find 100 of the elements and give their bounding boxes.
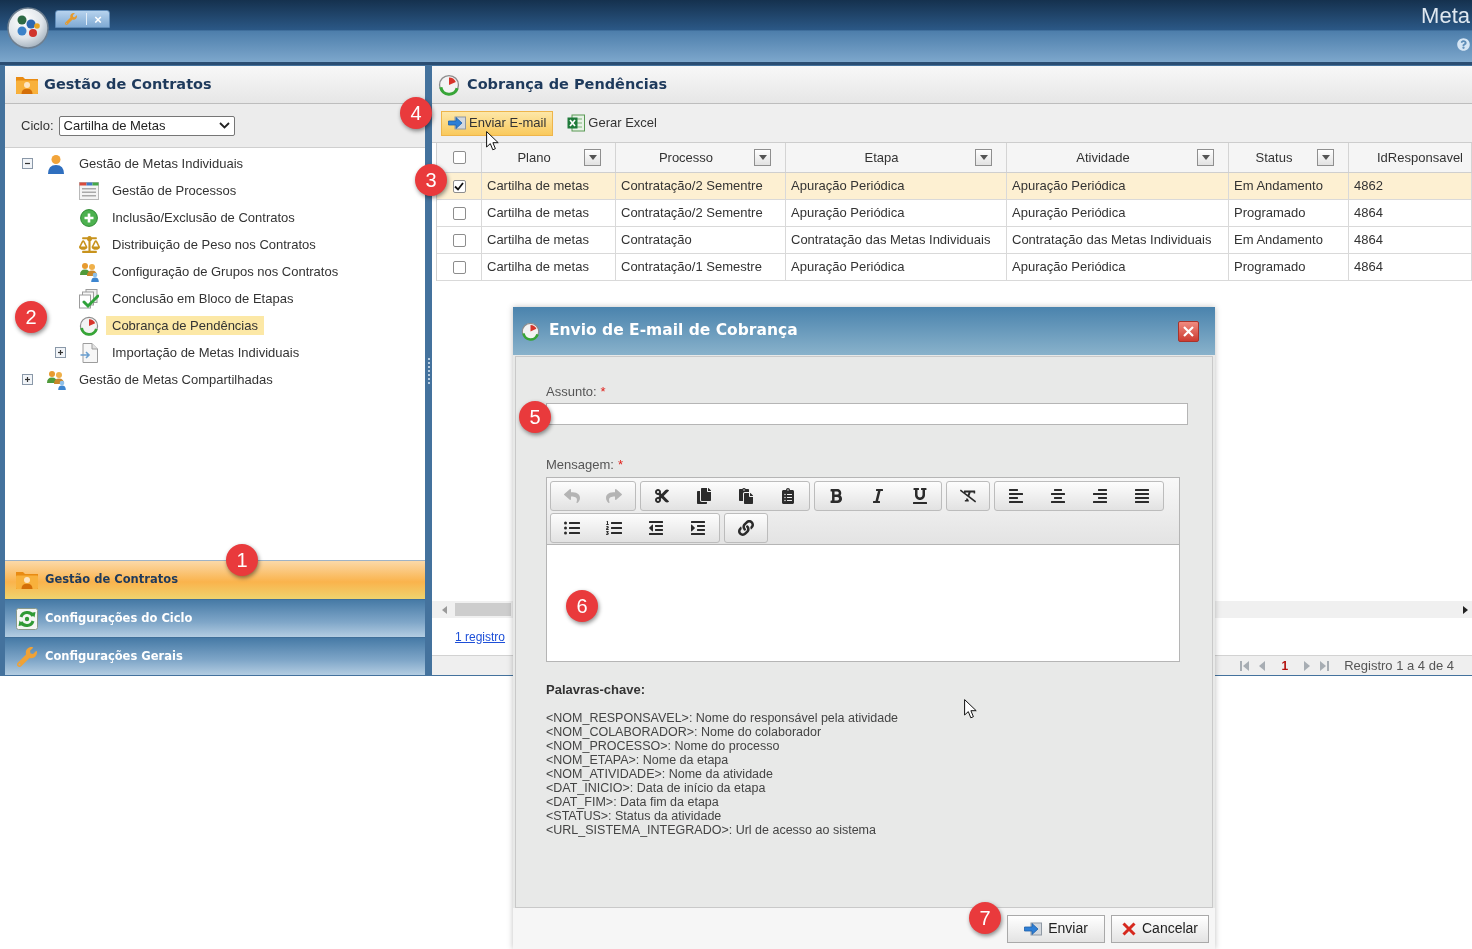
wrench-icon [17,646,37,667]
column-header[interactable]: Processo [616,147,754,168]
column-header[interactable]: Status [1229,147,1317,168]
paste-text-icon [780,488,796,504]
wrench-icon [65,13,77,25]
keywords-title: Palavras-chave: [546,682,645,698]
cycle-select[interactable]: Cartilha de Metas [58,115,235,136]
send-button[interactable]: Enviar [1007,914,1105,943]
dialog-title: Envio de E-mail de Cobrança [549,320,798,342]
table-cell-text: Contratação das Metas Individuais [791,231,991,250]
table-cell-text: Apuração Periódica [1012,204,1126,223]
column-header[interactable]: Atividade [1007,147,1197,168]
page-number[interactable]: 1 [1281,656,1289,675]
table-row[interactable]: Cartilha de metas Contratação/2 Sementre Apuração Periódica Apuração Periódica Programado 4864 [437,200,1472,227]
caret-down-icon [979,155,988,160]
copy-icon [696,488,712,504]
chevron-down-icon [218,122,230,129]
numbered-list-icon [606,520,622,536]
bulleted-list-icon [564,520,580,536]
column-menu-button[interactable] [975,149,992,166]
keyword-line: <NOM_PROCESSO>: Nome do processo [546,739,780,753]
column-menu-button[interactable] [754,149,771,166]
table-cell-text: Em Andamento [1234,177,1323,196]
row-checkbox[interactable] [452,179,466,193]
keyword-line: <DAT_FIM>: Data fim da etapa [546,795,719,809]
pie-chart-icon [521,321,540,341]
table-cell-text: 4864 [1354,204,1383,223]
keyword-line: <NOM_ETAPA>: Nome da etapa [546,753,729,767]
align-center-icon [1050,488,1066,504]
scales-icon [78,234,100,255]
outdent-icon [648,520,664,536]
tree-item[interactable]: Importação de Metas Individuais [106,343,306,362]
table-cell-text: Contratação/2 Sementre [621,204,763,223]
row-checkbox[interactable] [452,233,466,247]
table-cell-text: Cartilha de metas [487,231,589,250]
table-cell-text: Em Andamento [1234,231,1323,250]
column-header[interactable]: IdResponsavel [1349,147,1471,168]
column-header[interactable]: Etapa [786,147,975,168]
select-all-checkbox[interactable] [452,151,466,164]
expand-icon[interactable] [55,347,66,358]
keyword-line: <NOM_ATIVIDADE>: Nome da atividade [546,767,773,781]
table-cell-text: Programado [1234,204,1306,223]
tree-item[interactable]: Inclusão/Exclusão de Contratos [106,208,301,227]
column-menu-button[interactable] [1317,149,1334,166]
table-cell-text: 4864 [1354,231,1383,250]
export-excel-button[interactable]: Gerar Excel [560,110,664,136]
help-icon[interactable] [1457,38,1470,51]
selection-count-link[interactable]: 1 registro [455,627,506,646]
indent-icon [690,520,706,536]
keyword-line: <NOM_RESPONSAVEL>: Nome do responsável pela atividade [546,711,899,725]
close-button[interactable] [1178,320,1199,342]
bold-icon [828,488,844,504]
send-email-button[interactable]: Enviar E-mail [441,110,554,136]
field-label: Ciclo: [21,116,54,135]
tree-item[interactable]: Cobrança de Pendências [106,316,264,335]
panel-title: Gestão de Contratos [44,74,212,94]
table-row[interactable]: Cartilha de metas Contratação Contratação das Metas Individuais Contratação das Metas Individuais Em Andamento 4864 [437,227,1472,254]
table-row[interactable]: Cartilha de metas Contratação/1 Semestre Apuração Periódica Apuração Periódica Programado 4864 [437,254,1472,281]
column-header[interactable]: Plano [482,147,584,168]
link-button[interactable] [724,513,768,543]
remove-format-button[interactable] [946,481,990,511]
tree-item[interactable]: Configuração de Grupos nos Contratos [106,262,345,281]
subject-input[interactable] [546,403,1188,425]
folder-user-icon [15,74,39,95]
window-list-icon [79,181,99,200]
cross-icon [1122,921,1136,936]
collapse-icon[interactable] [22,158,33,169]
column-menu-button[interactable] [1197,149,1214,166]
table-cell-text: 4864 [1354,258,1383,277]
keyword-line: <DAT_INICIO>: Data de início da etapa [546,781,766,795]
table-row[interactable]: Cartilha de metas Contratação/2 Sementre Apuração Periódica Apuração Periódica Em Andamento 4862 [437,173,1472,200]
file-arrow-icon [80,342,98,363]
keyword-line: <NOM_COLABORADOR>: Nome do colaborador [546,725,822,739]
user-icon [47,153,65,174]
column-menu-button[interactable] [584,149,601,166]
row-checkbox[interactable] [452,260,466,274]
paste-icon [738,488,754,504]
cut-icon [654,488,670,504]
tree-item[interactable]: Gestão de Metas Compartilhadas [73,370,279,389]
keyword-line: <STATUS>: Status da atividade [546,809,722,823]
send-arrow-icon [1024,921,1043,936]
tree-item[interactable]: Distribuição de Peso nos Contratos [106,235,322,254]
expand-icon[interactable] [22,374,33,385]
table-cell-text: Contratação/2 Sementre [621,177,763,196]
tree-item[interactable]: Gestão de Metas Individuais [73,154,250,173]
scroll-right-icon[interactable] [1463,605,1468,614]
underline-icon [912,488,928,504]
resize-grip-icon[interactable] [427,357,430,384]
caret-down-icon [1321,155,1330,160]
tree-item[interactable]: Conclusão em Bloco de Etapas [106,289,300,308]
scrollbar-thumb[interactable] [455,603,511,616]
tree-item[interactable]: Gestão de Processos [106,181,243,200]
table-cell-text: Apuração Periódica [791,258,905,277]
caret-down-icon [758,155,767,160]
mouse-pointer-icon [964,699,977,719]
row-checkbox[interactable] [452,206,466,220]
app-logo-icon[interactable] [7,7,49,49]
cancel-button[interactable]: Cancelar [1111,914,1209,943]
table-cell-text: Apuração Periódica [1012,258,1126,277]
users-icon [78,261,100,282]
